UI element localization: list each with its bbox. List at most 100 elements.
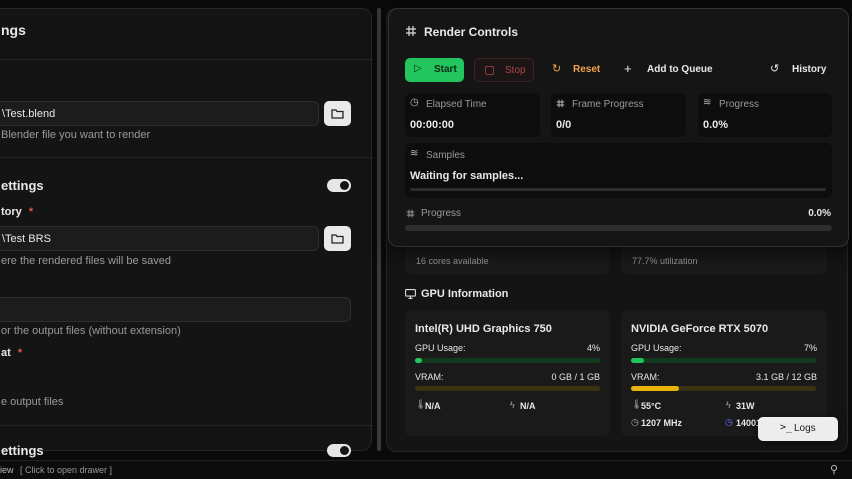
vram-bar xyxy=(415,386,600,391)
stop-label: Stop xyxy=(505,65,526,76)
plus-icon: + xyxy=(624,61,632,76)
overall-progress-value: 0.0% xyxy=(808,208,831,219)
vram-fill xyxy=(631,386,680,391)
play-icon: ▷ xyxy=(414,63,422,74)
output-dir-label-text: tory xyxy=(1,206,22,218)
drawer-hint: [ Click to open drawer ] xyxy=(20,465,113,475)
gpu-section-title: GPU Information xyxy=(421,288,509,300)
vram-label: VRAM: xyxy=(631,372,660,382)
scrollbar[interactable] xyxy=(377,8,381,451)
divider xyxy=(0,425,373,426)
divider xyxy=(0,157,373,158)
divider xyxy=(0,59,373,60)
blend-file-help: Blender file you want to render xyxy=(1,129,151,141)
start-label: Start xyxy=(434,64,457,75)
stop-button[interactable]: Stop xyxy=(474,58,534,82)
samples-value: Waiting for samples... xyxy=(410,170,524,182)
layers-icon: ≋ xyxy=(410,148,419,159)
gpu-usage-bar xyxy=(415,358,600,363)
add-to-queue-button[interactable]: + Add to Queue xyxy=(617,58,717,82)
gpu-power: 31W xyxy=(736,401,755,411)
monitor-icon xyxy=(405,289,416,299)
pin-icon[interactable]: ⚲ xyxy=(830,463,838,476)
format-label-text: at xyxy=(1,347,11,359)
terminal-icon: >_ xyxy=(780,422,793,433)
gpu-power: N/A xyxy=(520,401,536,411)
gpu-usage-label: GPU Usage: xyxy=(415,343,466,353)
hash-icon xyxy=(556,99,565,108)
cpu-cores-text: 16 cores available xyxy=(416,256,489,266)
output-dir-value: \Test BRS xyxy=(2,233,51,245)
hash-icon xyxy=(406,209,415,218)
gpu-usage-fill xyxy=(415,358,423,363)
memory-clock-icon: ◷ xyxy=(725,417,733,427)
settings-title: ngs xyxy=(1,22,26,38)
layers-icon: ≋ xyxy=(703,97,712,108)
output-dir-input[interactable]: \Test BRS xyxy=(0,226,319,251)
folder-icon xyxy=(331,234,344,244)
progress-label: Progress xyxy=(719,99,760,110)
browse-blend-button[interactable] xyxy=(324,101,351,126)
stop-icon xyxy=(485,66,494,75)
bottom-settings-title: ettings xyxy=(1,443,44,458)
elapsed-time-label: Elapsed Time xyxy=(426,99,487,110)
gpu-usage-bar xyxy=(631,358,816,363)
gpu-usage-label: GPU Usage: xyxy=(631,343,682,353)
blend-file-value: \Test.blend xyxy=(2,108,56,120)
vram-bar xyxy=(631,386,816,391)
bottom-settings-toggle[interactable] xyxy=(327,444,351,457)
power-icon: ϟ xyxy=(510,400,515,410)
gpu-temp: N/A xyxy=(425,401,441,411)
logs-button[interactable]: >_ Logs xyxy=(758,417,838,441)
status-bar[interactable]: iew [ Click to open drawer ] ⚲ xyxy=(0,460,852,479)
gpu-temp: 55°C xyxy=(641,401,662,411)
elapsed-time-value: 00:00:00 xyxy=(410,119,455,131)
elapsed-time-card: ◷ Elapsed Time 00:00:00 xyxy=(405,93,540,137)
overall-progress-label: Progress xyxy=(421,208,462,219)
progress-value: 0.0% xyxy=(703,119,729,131)
logs-label: Logs xyxy=(794,423,816,434)
render-controls-title: Render Controls xyxy=(424,25,519,39)
format-label: at * xyxy=(1,347,22,359)
start-button[interactable]: ▷ Start xyxy=(405,58,464,82)
settings-panel: ngs \Test.blend Blender file you want to… xyxy=(0,8,373,458)
gpu-name: NVIDIA GeForce RTX 5070 xyxy=(631,323,769,335)
reset-icon: ↻ xyxy=(552,63,562,75)
required-mark: * xyxy=(17,347,23,359)
output-dir-help: ere the rendered files will be saved xyxy=(1,255,171,267)
blend-file-input[interactable]: \Test.blend xyxy=(0,101,319,126)
render-controls-panel: Render Controls ▷ Start Stop ↻ Reset + A… xyxy=(388,8,849,247)
gpu-clock: 1207 MHz xyxy=(641,418,683,428)
filename-input[interactable] xyxy=(0,297,351,322)
history-label: History xyxy=(792,64,827,75)
utilization-text: 77.7% utilization xyxy=(632,256,698,266)
timer-icon: ◷ xyxy=(410,97,419,108)
gpu-name: Intel(R) UHD Graphics 750 xyxy=(415,323,552,335)
folder-icon xyxy=(331,109,344,119)
required-mark: * xyxy=(28,206,34,218)
overall-progress-bar xyxy=(405,225,832,231)
vram-value: 0 GB / 1 GB xyxy=(551,372,600,382)
frame-progress-label: Frame Progress xyxy=(572,99,644,110)
progress-card: ≋ Progress 0.0% xyxy=(698,93,832,137)
samples-card: ≋ Samples Waiting for samples... xyxy=(405,143,832,198)
add-to-queue-label: Add to Queue xyxy=(647,64,713,75)
output-dir-label: tory * xyxy=(1,206,33,218)
clock-icon: ◷ xyxy=(631,417,639,427)
reset-button[interactable]: ↻ Reset xyxy=(545,58,607,82)
format-help: e output files xyxy=(1,396,64,408)
samples-label: Samples xyxy=(426,150,465,161)
filename-help: or the output files (without extension) xyxy=(1,325,181,337)
gpu-card: Intel(R) UHD Graphics 750 GPU Usage: 4% … xyxy=(405,310,610,436)
browse-output-button[interactable] xyxy=(324,226,351,251)
gpu-usage-value: 7% xyxy=(803,343,817,353)
frame-progress-value: 0/0 xyxy=(556,119,572,131)
history-button[interactable]: ↺ History xyxy=(764,58,836,82)
power-icon: ϟ xyxy=(726,400,731,410)
output-settings-toggle[interactable] xyxy=(327,179,351,192)
history-icon: ↺ xyxy=(770,63,780,75)
samples-bar xyxy=(410,188,826,191)
gpu-usage-value: 4% xyxy=(586,343,600,353)
gpu-usage-fill xyxy=(631,358,644,363)
output-settings-title: ettings xyxy=(1,178,44,193)
